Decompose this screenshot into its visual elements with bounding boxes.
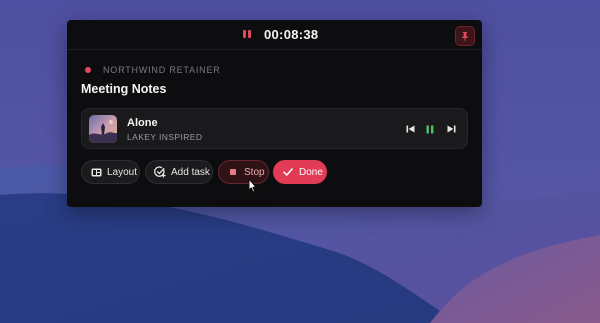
layout-label: Layout (107, 166, 138, 178)
project-name: NORTHWIND RETAINER (103, 65, 221, 75)
music-player-card: Alone LAKEY INSPIRED (81, 108, 468, 149)
previous-track-button[interactable] (404, 123, 416, 135)
skip-next-icon (447, 125, 455, 133)
layout-button[interactable]: Layout (81, 160, 140, 184)
project-row[interactable]: NORTHWIND RETAINER (85, 64, 221, 76)
stop-button[interactable]: Stop (218, 160, 269, 184)
timer-widget: 00:08:38 NORTHWIND RETAINER Meeting Note… (67, 20, 482, 207)
track-artist: LAKEY INSPIRED (127, 132, 203, 142)
done-label: Done (299, 166, 323, 178)
layout-icon (90, 166, 102, 178)
stop-icon (227, 166, 239, 178)
session-title[interactable]: Meeting Notes (81, 82, 166, 96)
pin-button[interactable] (455, 26, 475, 46)
done-button[interactable]: Done (273, 160, 327, 184)
stop-label: Stop (244, 166, 265, 178)
skip-previous-icon (406, 125, 414, 133)
track-title: Alone (127, 117, 158, 129)
checkmark-icon (282, 166, 294, 178)
timer-pause-button[interactable] (241, 29, 253, 41)
add-task-label: Add task (171, 166, 210, 178)
add-task-icon (154, 166, 166, 178)
play-pause-button[interactable] (424, 123, 436, 135)
album-art (89, 115, 117, 143)
pause-icon (426, 125, 434, 133)
timer-bar: 00:08:38 (67, 20, 482, 50)
next-track-button[interactable] (445, 123, 457, 135)
pause-icon (243, 30, 246, 38)
add-task-button[interactable]: Add task (145, 160, 213, 184)
elapsed-time: 00:08:38 (264, 27, 319, 42)
project-color-dot (85, 67, 91, 73)
pin-icon (462, 32, 468, 41)
